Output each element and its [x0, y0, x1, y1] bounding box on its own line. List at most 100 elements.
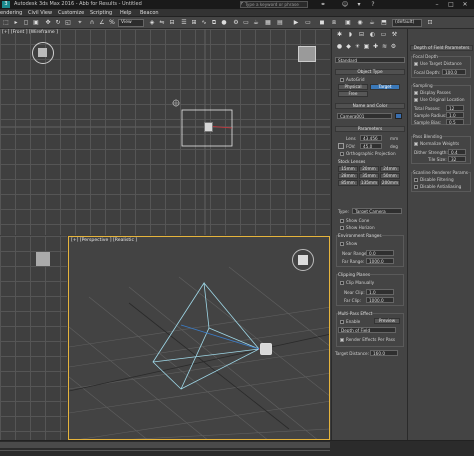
- menu-customize[interactable]: Customize: [58, 10, 84, 16]
- viewport-perspective[interactable]: [+] [Perspective ] [Realistic ]: [68, 236, 330, 440]
- disable-filtering-checkbox[interactable]: [414, 178, 418, 182]
- camera-name-field[interactable]: Camera001: [337, 113, 392, 119]
- viewport-front[interactable]: [+] [Front ] [Wireframe ]: [0, 29, 330, 235]
- lens-85mm-button[interactable]: 85mm: [338, 180, 358, 186]
- motion-tab-icon[interactable]: ◐: [368, 31, 377, 39]
- hierarchy-tab-icon[interactable]: ⊟: [357, 31, 366, 39]
- dither-input[interactable]: 0.4: [448, 149, 466, 155]
- app-logo-icon[interactable]: 3: [2, 1, 10, 8]
- rollout-parameters[interactable]: Parameters: [335, 126, 405, 132]
- user-icon[interactable]: ☺: [340, 0, 350, 9]
- helpers-icon[interactable]: ✚: [371, 43, 380, 51]
- modify-tab-icon[interactable]: ◗: [346, 31, 355, 39]
- disable-aa-checkbox[interactable]: [414, 185, 418, 189]
- layer-explorer-icon[interactable]: ⊡: [426, 19, 434, 27]
- fov-input[interactable]: 45.0: [360, 143, 382, 149]
- rollout-name-color[interactable]: Name and Color: [335, 103, 405, 109]
- camera-object[interactable]: [204, 122, 213, 132]
- place-icon[interactable]: ⌖: [76, 19, 84, 27]
- env-show-checkbox[interactable]: [340, 242, 344, 246]
- clip-manually-checkbox[interactable]: [340, 281, 344, 285]
- minimize-button[interactable]: –: [432, 0, 442, 9]
- display-passes-checkbox[interactable]: [414, 91, 418, 95]
- normalize-checkbox[interactable]: [414, 142, 418, 146]
- object-color-swatch[interactable]: [395, 113, 402, 119]
- sample-bias-input[interactable]: 0.5: [446, 119, 464, 125]
- category-dropdown[interactable]: Standard: [335, 57, 405, 63]
- viewcube-left-icon[interactable]: [36, 252, 50, 266]
- sample-radius-input[interactable]: 1.0: [446, 112, 464, 118]
- effect-dropdown[interactable]: Depth of Field: [338, 327, 396, 333]
- far-range-input[interactable]: 1000.0: [366, 258, 394, 264]
- material-editor-icon[interactable]: ●: [220, 19, 228, 27]
- align-icon[interactable]: ⊟: [168, 19, 176, 27]
- display-tab-icon[interactable]: ▭: [379, 31, 388, 39]
- signin-icon[interactable]: ▾: [354, 0, 364, 9]
- lens-28mm-button[interactable]: 28mm: [338, 173, 358, 179]
- near-range-input[interactable]: 0.0: [366, 250, 394, 256]
- create-tab-icon[interactable]: ✱: [335, 31, 344, 39]
- free-button[interactable]: Free: [338, 91, 368, 97]
- physical-button[interactable]: Physical: [338, 84, 368, 90]
- shapes-icon[interactable]: ◆: [344, 43, 353, 51]
- fov-direction-icon[interactable]: [338, 143, 344, 149]
- viewport-left[interactable]: [0, 236, 67, 440]
- viewcube-compass-icon[interactable]: [32, 42, 54, 64]
- angle-snap-icon[interactable]: ∠: [98, 19, 106, 27]
- target-button[interactable]: Target: [370, 84, 400, 90]
- show-horizon-checkbox[interactable]: [340, 226, 344, 230]
- snapshot-icon[interactable]: ▤: [276, 19, 284, 27]
- total-passes-input[interactable]: 12: [446, 105, 464, 111]
- far-clip-input[interactable]: 1000.0: [366, 297, 394, 303]
- render-icon[interactable]: ☕: [252, 19, 260, 27]
- use-original-checkbox[interactable]: [414, 98, 418, 102]
- focal-depth-input[interactable]: 100.0: [442, 69, 466, 75]
- select-object-icon[interactable]: ▸: [12, 19, 20, 27]
- ortho-checkbox[interactable]: [340, 152, 344, 156]
- curve-editor-icon[interactable]: ∿: [200, 19, 208, 27]
- play-icon[interactable]: ▶: [292, 19, 300, 27]
- camera-object-perspective[interactable]: [260, 343, 272, 355]
- layer-icon[interactable]: ☰: [180, 19, 188, 27]
- menu-help[interactable]: Help: [120, 10, 131, 16]
- time-slider[interactable]: [0, 442, 330, 448]
- target-distance-input[interactable]: 160.0: [370, 350, 398, 356]
- menu-rendering[interactable]: endering: [0, 10, 22, 16]
- tile-size-input[interactable]: 32: [448, 156, 466, 162]
- viewcube-icon[interactable]: [298, 46, 316, 62]
- snap-icon[interactable]: ∩: [88, 19, 96, 27]
- lens-24mm-button[interactable]: 24mm: [380, 166, 400, 172]
- lens-15mm-button[interactable]: 15mm: [338, 166, 358, 172]
- create-selection-icon[interactable]: ⬒: [380, 19, 388, 27]
- near-clip-input[interactable]: 1.0: [366, 289, 394, 295]
- track-bar[interactable]: [0, 450, 330, 451]
- render-setup-icon[interactable]: ⚙: [232, 19, 240, 27]
- viewport-icon[interactable]: ▦: [264, 19, 272, 27]
- cube-icon[interactable]: ▣: [344, 19, 352, 27]
- render-frame-icon[interactable]: ▭: [242, 19, 250, 27]
- lens-35mm-button[interactable]: 35mm: [359, 173, 379, 179]
- rotate-icon[interactable]: ↻: [54, 19, 62, 27]
- cameras-icon[interactable]: ▣: [362, 43, 371, 51]
- keyword-search-input[interactable]: ⚲ Type a keyword or phrase: [240, 1, 308, 8]
- menu-beacon[interactable]: Beacon: [140, 10, 159, 16]
- percent-snap-icon[interactable]: %: [108, 19, 116, 27]
- reference-coordinate-dropdown[interactable]: View: [118, 19, 144, 27]
- spacewarps-icon[interactable]: ≋: [380, 43, 389, 51]
- show-cone-checkbox[interactable]: [340, 219, 344, 223]
- scale-icon[interactable]: ◱: [64, 19, 72, 27]
- enable-checkbox[interactable]: [340, 320, 344, 324]
- preview-button[interactable]: Preview: [374, 318, 400, 324]
- close-button[interactable]: ✕: [460, 0, 470, 9]
- help-icon[interactable]: ?: [368, 0, 378, 9]
- pivot-icon[interactable]: ◈: [148, 19, 156, 27]
- geometry-icon[interactable]: ●: [335, 43, 344, 51]
- window-crossing-icon[interactable]: ▣: [32, 19, 40, 27]
- lens-50mm-button[interactable]: 50mm: [380, 173, 400, 179]
- lens-200mm-button[interactable]: 200mm: [380, 180, 400, 186]
- viewport-label[interactable]: [+] [Perspective ] [Realistic ]: [71, 238, 137, 243]
- rollout-object-type[interactable]: Object Type: [335, 69, 405, 75]
- select-icon[interactable]: ⬚: [2, 19, 10, 27]
- render-production-icon[interactable]: ◼: [318, 19, 326, 27]
- rollout-dof-params[interactable]: Depth of Field Parameters: [410, 45, 473, 51]
